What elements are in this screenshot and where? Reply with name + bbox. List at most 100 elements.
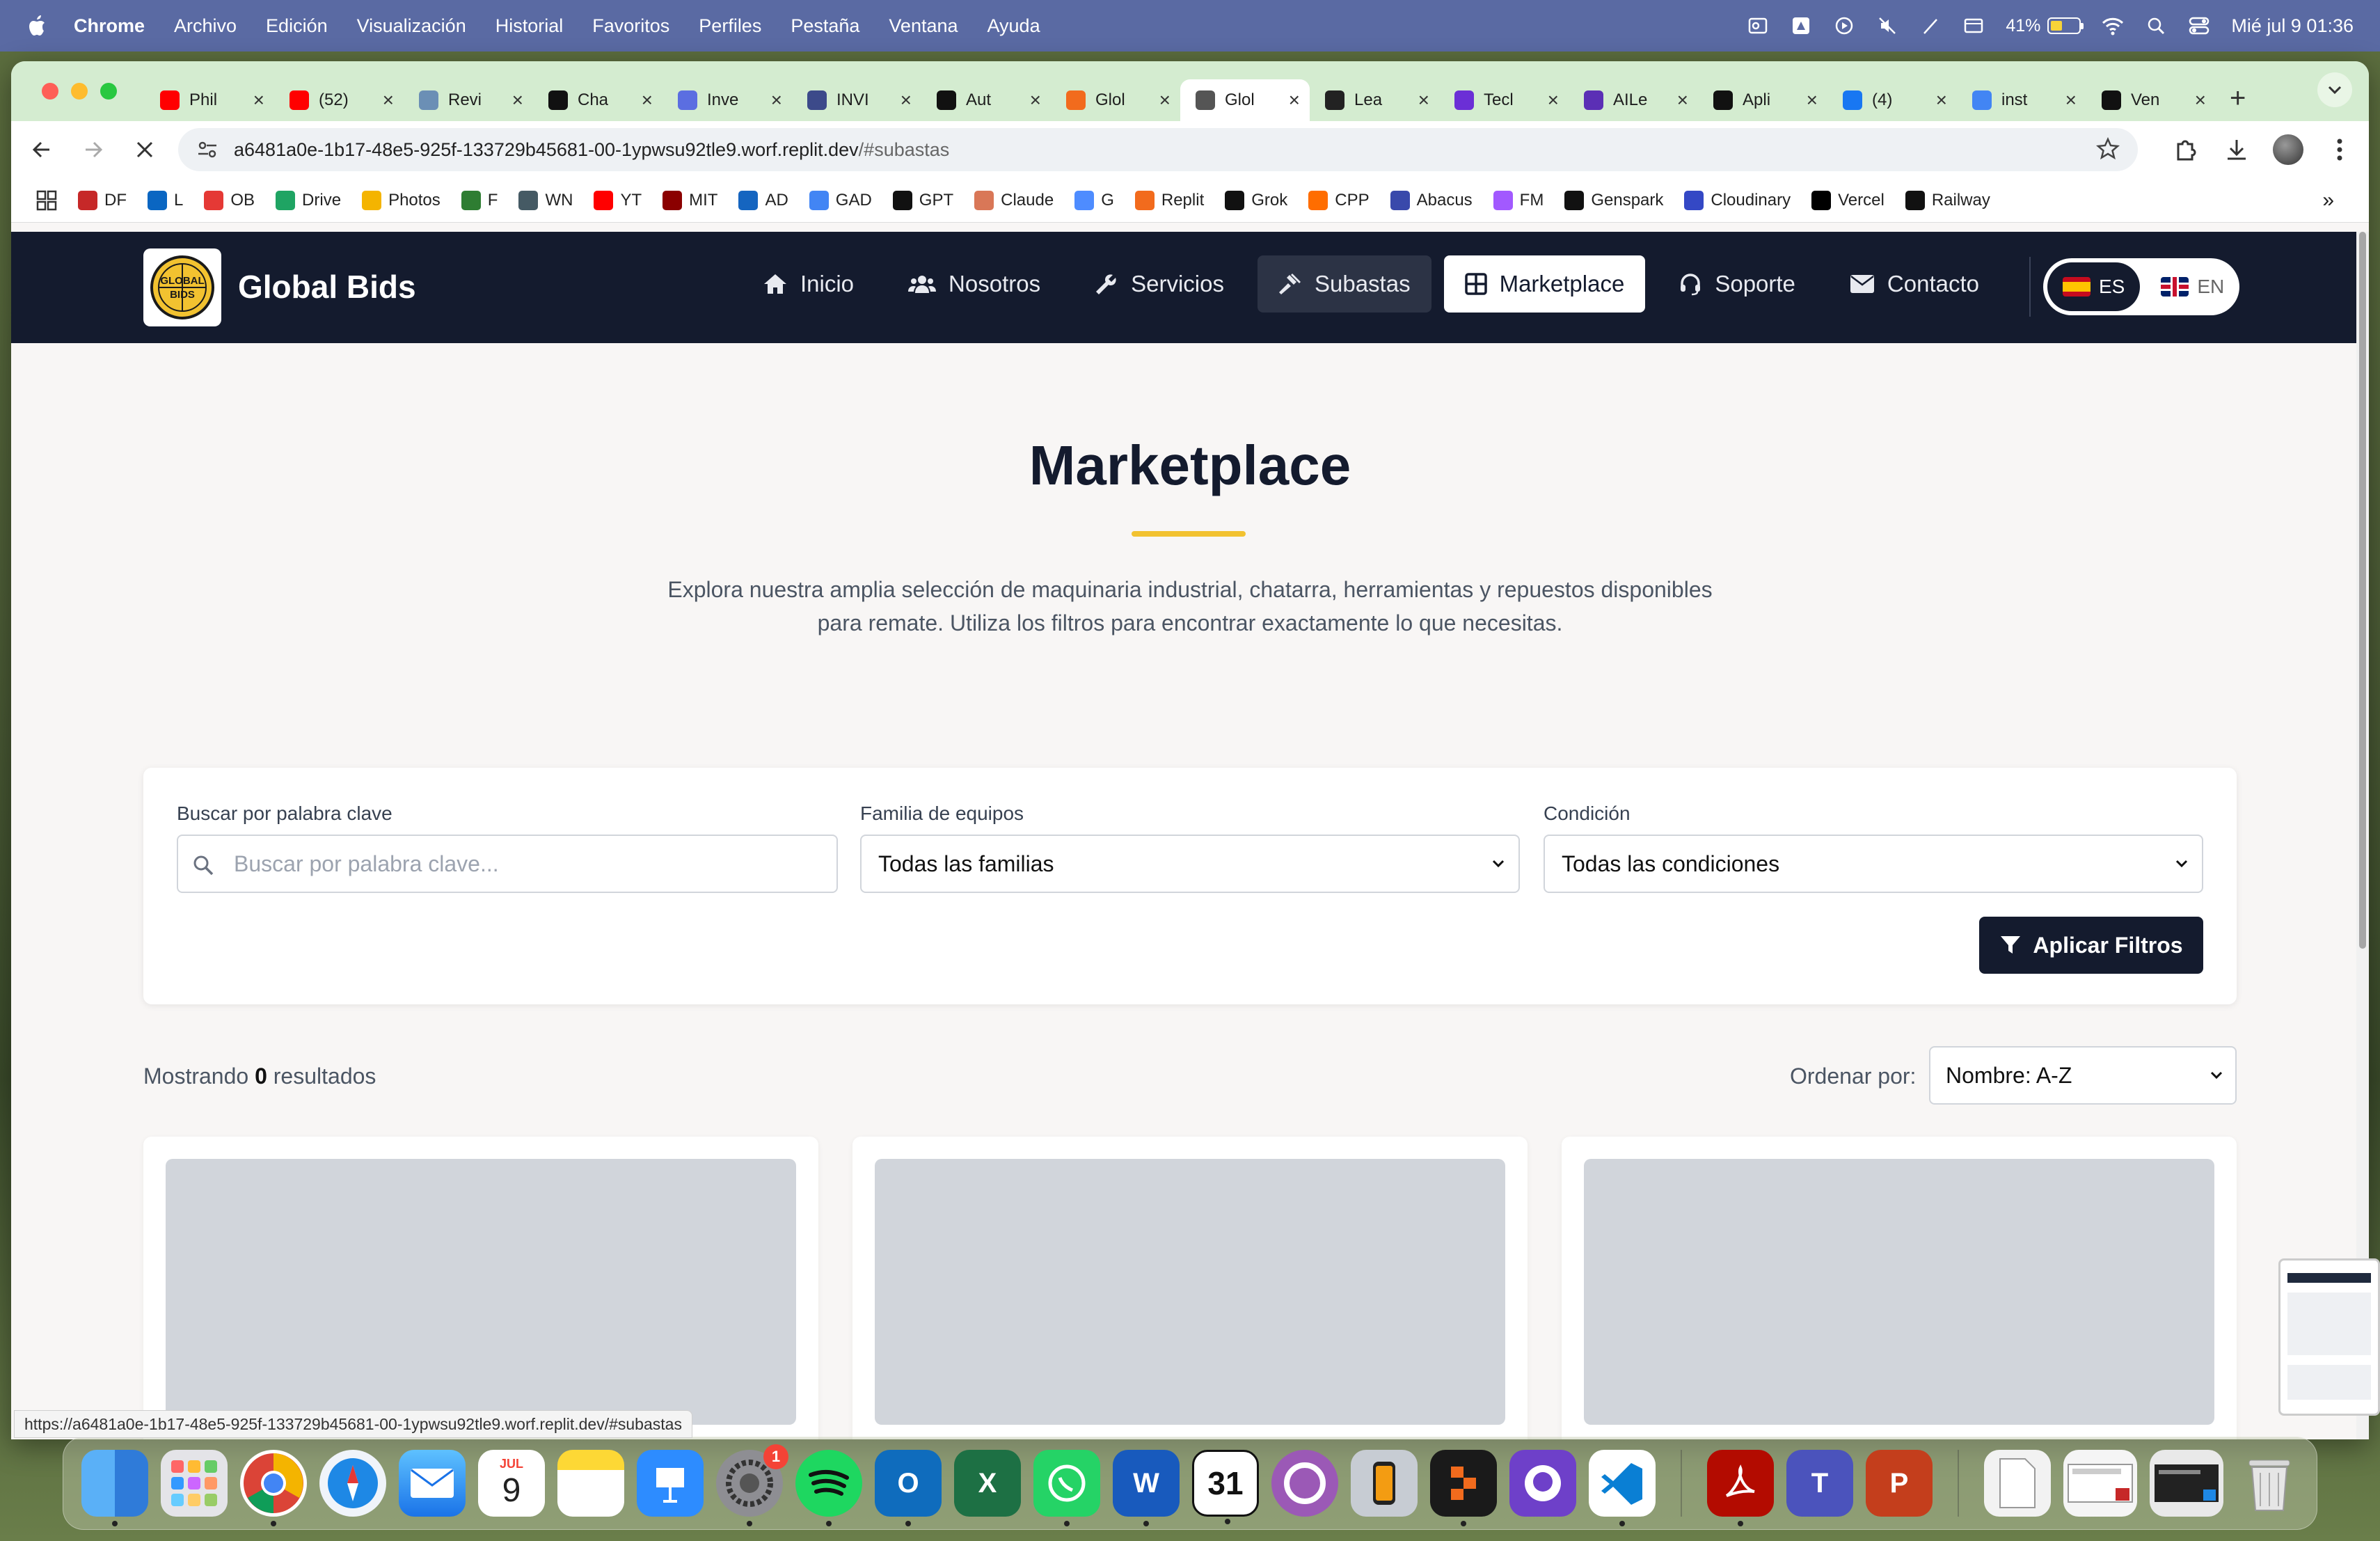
browser-tab[interactable]: INVI × xyxy=(792,79,921,121)
bookmark-item[interactable]: Cloudinary xyxy=(1684,190,1791,210)
menu-ayuda[interactable]: Ayuda xyxy=(987,15,1040,37)
word-icon[interactable]: W xyxy=(1113,1450,1180,1526)
browser-tab[interactable]: AILe × xyxy=(1569,79,1698,121)
bookmark-item[interactable]: Abacus xyxy=(1390,190,1473,210)
minimize-window-button[interactable] xyxy=(71,83,88,100)
close-tab-icon[interactable]: × xyxy=(1548,89,1559,111)
apps-grid-icon[interactable] xyxy=(36,190,57,211)
bookmark-item[interactable]: FM xyxy=(1493,190,1544,210)
search-input[interactable]: Buscar por palabra clave... xyxy=(177,835,838,893)
close-tab-icon[interactable]: × xyxy=(1030,89,1041,111)
bookmark-item[interactable]: F xyxy=(461,190,498,210)
tab-search-button[interactable] xyxy=(2317,72,2352,107)
circle-app-icon[interactable] xyxy=(1271,1450,1338,1517)
bookmark-item[interactable]: Vercel xyxy=(1811,190,1885,210)
close-tab-icon[interactable]: × xyxy=(2065,89,2077,111)
brand-name[interactable]: Global Bids xyxy=(238,268,416,306)
wifi-icon[interactable] xyxy=(2102,15,2124,37)
bookmark-item[interactable]: Photos xyxy=(362,190,441,210)
launchpad-icon[interactable] xyxy=(161,1450,228,1517)
acrobat-icon[interactable] xyxy=(1707,1450,1774,1526)
bookmark-item[interactable]: Railway xyxy=(1905,190,1990,210)
browser-tab[interactable]: (4) × xyxy=(1827,79,1957,121)
menubar-clock[interactable]: Mié jul 9 01:36 xyxy=(2231,15,2354,37)
bookmark-item[interactable]: WN xyxy=(518,190,573,210)
powerpoint-icon[interactable]: P xyxy=(1866,1450,1933,1517)
fullscreen-window-button[interactable] xyxy=(100,83,117,100)
bookmark-item[interactable]: Genspark xyxy=(1564,190,1663,210)
close-tab-icon[interactable]: × xyxy=(253,89,264,111)
bookmark-item[interactable]: Claude xyxy=(974,190,1054,210)
bookmark-star-icon[interactable] xyxy=(2095,136,2120,166)
menu-perfiles[interactable]: Perfiles xyxy=(699,15,761,37)
browser-tab[interactable]: Ven × xyxy=(2086,79,2216,121)
mute-menubar-icon[interactable] xyxy=(1876,15,1898,37)
bookmark-item[interactable]: GAD xyxy=(809,190,872,210)
bookmarks-overflow-button[interactable]: » xyxy=(2322,189,2334,212)
apply-filters-button[interactable]: Aplicar Filtros xyxy=(1979,917,2203,974)
family-select[interactable]: Todas las familias xyxy=(860,835,1520,893)
trash-icon[interactable] xyxy=(2236,1450,2303,1517)
outlook-icon[interactable]: O xyxy=(875,1450,942,1526)
browser-tab[interactable]: Cha × xyxy=(533,79,663,121)
close-tab-icon[interactable]: × xyxy=(1159,89,1171,111)
lang-es-button[interactable]: ES xyxy=(2047,262,2141,311)
menu-historial[interactable]: Historial xyxy=(495,15,564,37)
close-tab-icon[interactable]: × xyxy=(1807,89,1818,111)
close-tab-icon[interactable]: × xyxy=(642,89,653,111)
spotlight-search-icon[interactable] xyxy=(2145,15,2167,37)
calendar-icon[interactable]: JUL 9 xyxy=(478,1450,545,1517)
bookmark-item[interactable]: Grok xyxy=(1225,190,1287,210)
vscode-icon[interactable] xyxy=(1589,1450,1656,1526)
bookmark-item[interactable]: L xyxy=(148,190,183,210)
browser-tab[interactable]: Tecl × xyxy=(1439,79,1569,121)
stop-loading-button[interactable] xyxy=(124,129,166,171)
browser-tab[interactable]: Lea × xyxy=(1310,79,1439,121)
notes-icon[interactable] xyxy=(557,1450,624,1517)
bookmark-item[interactable]: GPT xyxy=(892,190,953,210)
browser-tab[interactable]: Glol × xyxy=(1180,79,1310,121)
close-tab-icon[interactable]: × xyxy=(1418,89,1429,111)
browser-tab[interactable]: Aut × xyxy=(921,79,1051,121)
pen-menubar-icon[interactable] xyxy=(1919,15,1942,37)
mail-icon[interactable] xyxy=(399,1450,466,1517)
browser-tab[interactable]: Phil × xyxy=(145,79,274,121)
safari-icon[interactable] xyxy=(319,1450,386,1517)
close-tab-icon[interactable]: × xyxy=(2195,89,2206,111)
back-button[interactable] xyxy=(21,129,63,171)
browser-menu-icon[interactable] xyxy=(2324,134,2355,165)
nav-inicio[interactable]: Inicio xyxy=(742,255,875,313)
bookmark-item[interactable]: Replit xyxy=(1134,190,1204,210)
nav-contacto[interactable]: Contacto xyxy=(1829,255,2000,313)
nav-soporte[interactable]: Soporte xyxy=(1658,255,1816,313)
close-tab-icon[interactable]: × xyxy=(512,89,523,111)
close-tab-icon[interactable]: × xyxy=(1936,89,1947,111)
recent-window-icon[interactable] xyxy=(2150,1450,2223,1517)
calendar-31-icon[interactable]: 31 xyxy=(1192,1450,1259,1524)
profile-avatar[interactable] xyxy=(2273,134,2303,165)
lang-en-button[interactable]: EN xyxy=(2145,262,2239,311)
outlook-menubar-icon[interactable] xyxy=(1747,15,1769,37)
browser-tab[interactable]: inst × xyxy=(1957,79,2086,121)
iphone-mirroring-icon[interactable] xyxy=(1351,1450,1418,1517)
condition-select[interactable]: Todas las condiciones xyxy=(1544,835,2203,893)
whatsapp-icon[interactable] xyxy=(1033,1450,1100,1526)
bookmark-item[interactable]: AD xyxy=(738,190,788,210)
bookmark-item[interactable]: DF xyxy=(78,190,127,210)
nav-nosotros[interactable]: Nosotros xyxy=(887,255,1061,313)
battery-indicator[interactable]: 41% xyxy=(2006,16,2084,36)
scrollbar-thumb[interactable] xyxy=(2359,232,2366,949)
bookmark-item[interactable]: YT xyxy=(594,190,642,210)
browser-tab[interactable]: Inve × xyxy=(663,79,792,121)
recent-screenshot-icon[interactable] xyxy=(2063,1450,2137,1517)
browser-tab[interactable]: Apli × xyxy=(1698,79,1827,121)
replit-icon[interactable] xyxy=(1430,1450,1497,1526)
apple-icon[interactable] xyxy=(28,15,46,36)
chrome-icon[interactable] xyxy=(240,1450,307,1526)
bookmark-item[interactable]: Drive xyxy=(276,190,341,210)
menu-app-chrome[interactable]: Chrome xyxy=(74,15,145,37)
drive-menubar-icon[interactable] xyxy=(1790,15,1812,37)
nav-servicios[interactable]: Servicios xyxy=(1074,255,1245,313)
close-tab-icon[interactable]: × xyxy=(1289,89,1300,111)
menu-pestana[interactable]: Pestaña xyxy=(791,15,859,37)
